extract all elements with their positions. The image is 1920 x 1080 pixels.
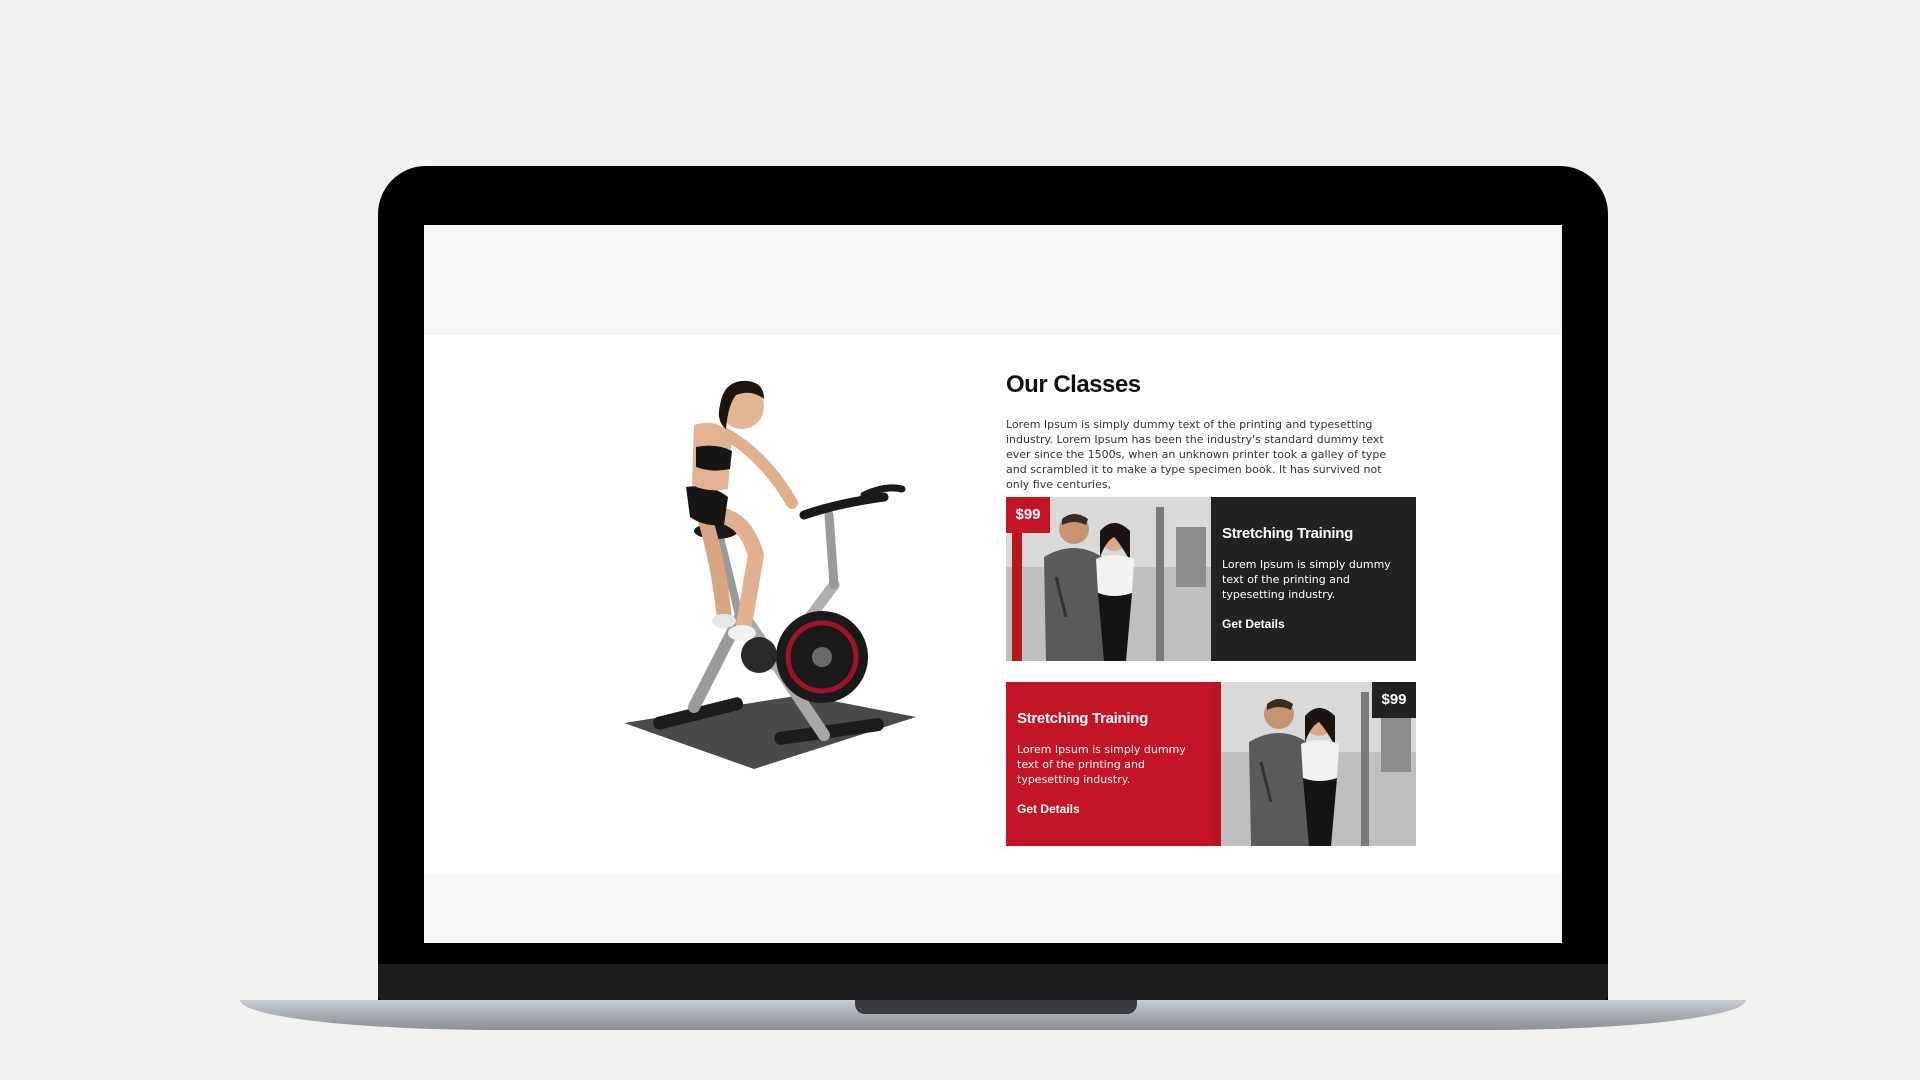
card-title: Stretching Training <box>1017 710 1148 727</box>
laptop-notch <box>855 1000 1137 1014</box>
page-bottom-band <box>424 875 1562 943</box>
price-badge: $99 <box>1006 497 1050 533</box>
classes-section: Our Classes Lorem Ipsum is simply dummy … <box>424 335 1562 875</box>
card-info-panel: Stretching Training Lorem Ipsum is simpl… <box>1006 682 1211 846</box>
section-title: Our Classes <box>1006 371 1141 398</box>
laptop-hinge <box>378 964 1608 1002</box>
training-photo: $99 <box>1211 682 1416 846</box>
get-details-link[interactable]: Get Details <box>1017 802 1080 816</box>
class-card: $99 Stretching Training Lorem Ipsum is s… <box>1006 497 1416 661</box>
card-title: Stretching Training <box>1222 525 1353 542</box>
training-photo: $99 <box>1006 497 1211 661</box>
card-description: Lorem Ipsum is simply dummy text of the … <box>1222 558 1391 601</box>
exercise-bike-image <box>624 380 916 769</box>
page-top-band <box>424 225 1562 335</box>
card-description: Lorem Ipsum is simply dummy text of the … <box>1017 743 1186 786</box>
card-info-panel: Stretching Training Lorem Ipsum is simpl… <box>1211 497 1416 661</box>
get-details-link[interactable]: Get Details <box>1222 617 1285 631</box>
section-description: Lorem Ipsum is simply dummy text of the … <box>1006 418 1387 491</box>
price-badge: $99 <box>1372 682 1416 718</box>
class-card: Stretching Training Lorem Ipsum is simpl… <box>1006 682 1416 846</box>
laptop-screen: Our Classes Lorem Ipsum is simply dummy … <box>424 225 1562 943</box>
